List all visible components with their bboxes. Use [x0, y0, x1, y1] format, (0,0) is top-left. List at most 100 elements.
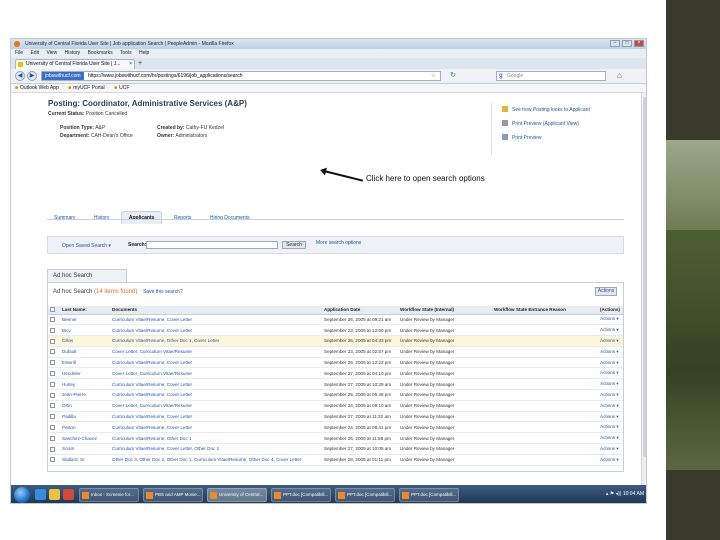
applicant-last-name[interactable]: Dufault [60, 346, 110, 358]
table-row[interactable]: Ortin Cover Letter, Curriculum Vitae/Resu… [48, 400, 623, 412]
row-actions-menu[interactable]: Actions ▾ [598, 335, 623, 347]
row-actions-menu[interactable]: Actions ▾ [598, 400, 623, 412]
row-actions-menu[interactable]: Actions ▾ [598, 346, 623, 358]
see-posting-link[interactable]: See how Posting looks to Applicant [502, 106, 590, 113]
table-row[interactable]: Padilla Curriculum Vitae/Resume, Cover Le… [48, 411, 623, 423]
menu-bookmarks[interactable]: Bookmarks [88, 50, 113, 56]
applicant-last-name[interactable]: Stallard, Sr [60, 454, 110, 466]
bookmark-outlook[interactable]: ■ Outlook Web App [15, 85, 59, 91]
row-select-checkbox[interactable] [50, 425, 55, 430]
applicant-documents[interactable]: Curriculum Vitae/Resume, Cover Letter [110, 378, 322, 391]
row-actions-menu[interactable]: Actions ▾ [598, 314, 623, 326]
menu-history[interactable]: History [65, 50, 81, 56]
tab-close-icon[interactable]: × [129, 60, 132, 69]
save-search-link[interactable]: Save this search? [143, 289, 183, 295]
applicant-last-name[interactable]: Cillas [60, 335, 110, 347]
taskbar-window-button[interactable]: PBS and AMP Movie... [143, 488, 203, 502]
more-search-options-link[interactable]: More search options [316, 240, 361, 246]
row-select-checkbox[interactable] [50, 349, 55, 355]
applicant-documents[interactable]: Curriculum Vitae/Resume, Cover Letter [110, 411, 322, 423]
applicant-last-name[interactable]: Hurley [60, 378, 110, 391]
table-row[interactable]: Parton Curriculum Vitae/Resume, Cover Let… [48, 421, 623, 434]
table-row[interactable]: Esterill Curriculum Vitae/Resume, Cover L… [48, 357, 623, 369]
table-row[interactable]: Cillas Curriculum Vitae/Resume, Other Doc… [48, 335, 623, 347]
row-select-checkbox[interactable] [50, 446, 55, 452]
table-row[interactable]: Stallard, Sr Other Doc 3, Other Doc 2, Ot… [48, 454, 623, 466]
close-button[interactable]: × [634, 40, 644, 47]
taskbar-window-button[interactable]: PPT.doc [Compatibili... [271, 488, 331, 502]
menu-view[interactable]: View [46, 50, 57, 56]
col-workflow-state[interactable]: Workflow State (Internal) [398, 306, 492, 315]
browser-tab[interactable]: University of Central Florida User Site … [15, 59, 135, 69]
tab-reports[interactable]: Reports [167, 212, 199, 224]
applicant-documents[interactable]: Curriculum Vitae/Resume, Cover Letter [110, 357, 322, 369]
applicant-documents[interactable]: Curriculum Vitae/Resume, Other Doc 1 [110, 432, 322, 445]
select-all-checkbox[interactable] [50, 307, 55, 313]
applicant-documents[interactable]: Cover Letter, Curriculum Vitae/Resume [110, 346, 322, 358]
refresh-icon[interactable]: ↻ [447, 71, 459, 81]
minimize-button[interactable]: – [610, 40, 620, 47]
applicant-last-name[interactable]: Parton [60, 421, 110, 434]
row-select-checkbox[interactable] [50, 414, 55, 420]
menu-edit[interactable]: Edit [30, 50, 39, 56]
tab-applicants[interactable]: Applicants [120, 211, 163, 224]
tab-history[interactable]: History [87, 212, 117, 224]
media-player-icon[interactable] [63, 489, 74, 500]
table-row[interactable]: Bicy Curriculum Vitae/Resume, Cover Lette… [48, 324, 623, 337]
applicant-last-name[interactable]: Ortin [60, 400, 110, 412]
taskbar-window-button[interactable]: PPT.doc [Compatibili... [399, 488, 459, 502]
row-select-checkbox[interactable] [50, 381, 55, 387]
applicant-last-name[interactable]: Esterill [60, 357, 110, 369]
table-row[interactable]: Benner Curriculum Vitae/Resume, Cover Let… [48, 314, 623, 326]
maximize-button[interactable]: □ [622, 40, 632, 47]
table-row[interactable]: Scism Curriculum Vitae/Resume, Cover Lett… [48, 443, 623, 455]
table-row[interactable]: Hendeler Cover Letter, Curriculum Vitae/R… [48, 367, 623, 380]
applicant-documents[interactable]: Curriculum Vitae/Resume, Cover Letter [110, 421, 322, 434]
table-row[interactable]: Jean-Pierre Curriculum Vitae/Resume, Cove… [48, 389, 623, 401]
row-select-checkbox[interactable] [50, 392, 55, 398]
applicant-search-input[interactable] [146, 241, 278, 249]
row-actions-menu[interactable]: Actions ▾ [598, 421, 623, 434]
applicant-last-name[interactable]: Hendeler [60, 367, 110, 380]
print-preview-link[interactable]: Print Preview [502, 134, 541, 141]
forward-button[interactable]: ▶ [27, 71, 37, 81]
row-actions-menu[interactable]: Actions ▾ [598, 367, 623, 380]
applicant-documents[interactable]: Curriculum Vitae/Resume, Cover Letter [110, 324, 322, 337]
open-saved-search-dropdown[interactable]: Open Saved Search ▾ [62, 243, 111, 249]
applicant-last-name[interactable]: Scism [60, 443, 110, 455]
search-button[interactable]: Search [282, 241, 306, 249]
applicant-last-name[interactable]: Padilla [60, 411, 110, 423]
ie-icon[interactable] [35, 489, 46, 500]
new-tab-button[interactable]: + [138, 60, 142, 68]
applicant-last-name[interactable]: Sanchez-Chavez [60, 432, 110, 445]
table-row[interactable]: Hurley Curriculum Vitae/Resume, Cover Let… [48, 378, 623, 391]
row-select-checkbox[interactable] [50, 371, 55, 377]
applicant-documents[interactable]: Cover Letter, Curriculum Vitae/Resume [110, 367, 322, 380]
print-preview-applicant-link[interactable]: Print Preview (Applicant View) [502, 120, 579, 127]
row-actions-menu[interactable]: Actions ▾ [598, 443, 623, 455]
col-entrance-reason[interactable]: Workflow State Entrance Reason [492, 306, 598, 315]
address-bar[interactable]: jobswithucf.com https://www.jobswithucf.… [41, 71, 441, 81]
applicant-documents[interactable]: Curriculum Vitae/Resume, Cover Letter, O… [110, 443, 322, 455]
col-documents[interactable]: Documents [110, 306, 322, 315]
col-application-date[interactable]: Application Date [322, 306, 398, 315]
applicant-documents[interactable]: Curriculum Vitae/Resume, Cover Letter [110, 314, 322, 326]
explorer-folder-icon[interactable] [49, 489, 60, 500]
table-row[interactable]: Sanchez-Chavez Curriculum Vitae/Resume, O… [48, 432, 623, 445]
row-select-checkbox[interactable] [50, 327, 55, 333]
applicant-last-name[interactable]: Bicy [60, 324, 110, 337]
taskbar-window-button[interactable]: University of Central... [207, 488, 267, 502]
site-identity-badge[interactable]: jobswithucf.com [42, 72, 84, 80]
home-icon[interactable]: ⌂ [617, 71, 622, 81]
tab-hiring-documents[interactable]: Hiring Documents [203, 212, 257, 224]
ad-hoc-search-tab[interactable]: Ad hoc Search [47, 269, 127, 282]
row-actions-menu[interactable]: Actions ▾ [598, 454, 623, 466]
taskbar-window-button[interactable]: Inbox - Screenie for... [79, 488, 139, 502]
row-actions-menu[interactable]: Actions ▾ [598, 324, 623, 337]
applicant-documents[interactable]: Cover Letter, Curriculum Vitae/Resume [110, 400, 322, 412]
row-actions-menu[interactable]: Actions ▾ [598, 378, 623, 391]
menu-file[interactable]: File [15, 50, 23, 56]
start-button[interactable] [14, 487, 30, 503]
row-actions-menu[interactable]: Actions ▾ [598, 389, 623, 401]
row-actions-menu[interactable]: Actions ▾ [598, 411, 623, 423]
